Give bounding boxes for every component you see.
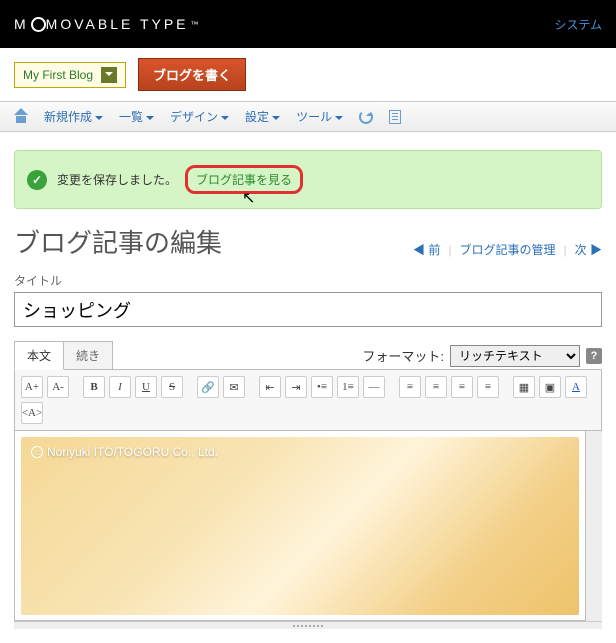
strike-button[interactable]: S (161, 376, 183, 398)
chevron-down-icon (335, 116, 343, 120)
menu-design[interactable]: デザイン (170, 108, 229, 125)
editor-canvas[interactable]: c Noriyuki ITO/TOGORU Co., Ltd. (14, 431, 586, 621)
number-list-button[interactable]: 1≡ (337, 376, 359, 398)
menu-list[interactable]: 一覧 (119, 108, 154, 125)
tab-body[interactable]: 本文 (14, 341, 64, 370)
view-entry-link[interactable]: ブログ記事を見る (196, 173, 292, 187)
chevron-down-icon (146, 116, 154, 120)
title-label: タイトル (14, 272, 602, 289)
text-color-button[interactable]: A (565, 376, 587, 398)
inserted-image[interactable]: c Noriyuki ITO/TOGORU Co., Ltd. (21, 437, 579, 615)
menu-tools[interactable]: ツール (296, 108, 343, 125)
align-center-button[interactable]: ≡ (425, 376, 447, 398)
html-source-button[interactable]: <A> (21, 402, 43, 424)
format-select[interactable]: リッチテキスト (450, 345, 580, 367)
outdent-button[interactable]: ⇤ (259, 376, 281, 398)
chevron-down-icon (221, 116, 229, 120)
image-copyright: c Noriyuki ITO/TOGORU Co., Ltd. (31, 445, 218, 459)
chevron-down-icon (95, 116, 103, 120)
system-menu-link[interactable]: システム (554, 16, 602, 33)
blog-selector-row: My First Blog ブログを書く (0, 48, 616, 102)
hr-button[interactable]: — (363, 376, 385, 398)
blog-dropdown-icon[interactable] (101, 67, 117, 83)
indent-button[interactable]: ⇥ (285, 376, 307, 398)
align-justify-button[interactable]: ≡ (477, 376, 499, 398)
top-bar: MMOVABLE TYPE™ システム (0, 0, 616, 48)
brand-logo: MMOVABLE TYPE™ (14, 16, 199, 32)
format-selector: フォーマット: リッチテキスト ? (362, 345, 602, 367)
chevron-down-icon (272, 116, 280, 120)
align-right-button[interactable]: ≡ (451, 376, 473, 398)
check-circle-icon: ✓ (27, 170, 47, 190)
menu-settings[interactable]: 設定 (245, 108, 280, 125)
page-title: ブログ記事の編集 (0, 213, 236, 266)
entry-nav: ◀ 前 | ブログ記事の管理 | 次 ▶ (399, 241, 616, 266)
home-link[interactable] (14, 111, 28, 123)
font-increase-button[interactable]: A+ (21, 376, 43, 398)
bold-button[interactable]: B (83, 376, 105, 398)
notice-text: 変更を保存しました。 (57, 171, 177, 188)
logo-circle-icon (31, 17, 46, 32)
menu-new[interactable]: 新規作成 (44, 108, 103, 125)
manage-entries-link[interactable]: ブログ記事の管理 (460, 241, 556, 258)
next-entry-link[interactable]: 次 ▶ (575, 241, 602, 258)
prev-entry-link[interactable]: ◀ 前 (413, 241, 440, 258)
resize-grip[interactable] (14, 621, 602, 629)
body-tabs: 本文 続き (14, 341, 112, 370)
align-left-button[interactable]: ≡ (399, 376, 421, 398)
view-entry-highlight: ブログ記事を見る ↖ (185, 165, 303, 194)
font-decrease-button[interactable]: A- (47, 376, 69, 398)
tab-more[interactable]: 続き (63, 341, 113, 370)
refresh-button[interactable] (359, 110, 373, 124)
mail-button[interactable]: ✉ (223, 376, 245, 398)
format-label: フォーマット: (362, 346, 444, 365)
blog-selector[interactable]: My First Blog (14, 62, 126, 88)
bullet-list-button[interactable]: •≡ (311, 376, 333, 398)
insert-image-button[interactable]: ▦ (513, 376, 535, 398)
cursor-icon: ↖ (242, 188, 255, 208)
italic-button[interactable]: I (109, 376, 131, 398)
rte-toolbar: A+ A- B I U S 🔗 ✉ ⇤ ⇥ •≡ 1≡ — ≡ ≡ ≡ ≡ ▦ … (14, 369, 602, 431)
copyright-icon: c (31, 446, 43, 458)
main-menu: 新規作成 一覧 デザイン 設定 ツール (0, 102, 616, 132)
write-blog-button[interactable]: ブログを書く (138, 58, 246, 91)
document-icon (389, 110, 401, 124)
vertical-scrollbar[interactable] (586, 431, 602, 621)
refresh-icon (359, 110, 373, 124)
underline-button[interactable]: U (135, 376, 157, 398)
link-button[interactable]: 🔗 (197, 376, 219, 398)
editor-area: タイトル 本文 続き フォーマット: リッチテキスト ? A+ A- B I U… (0, 272, 616, 643)
help-icon[interactable]: ? (586, 348, 602, 364)
entry-title-input[interactable] (14, 292, 602, 327)
save-success-notice: ✓ 変更を保存しました。 ブログ記事を見る ↖ (14, 150, 602, 209)
log-button[interactable] (389, 110, 401, 124)
blog-name-link[interactable]: My First Blog (23, 68, 93, 82)
insert-media-button[interactable]: ▣ (539, 376, 561, 398)
home-icon (14, 111, 28, 123)
